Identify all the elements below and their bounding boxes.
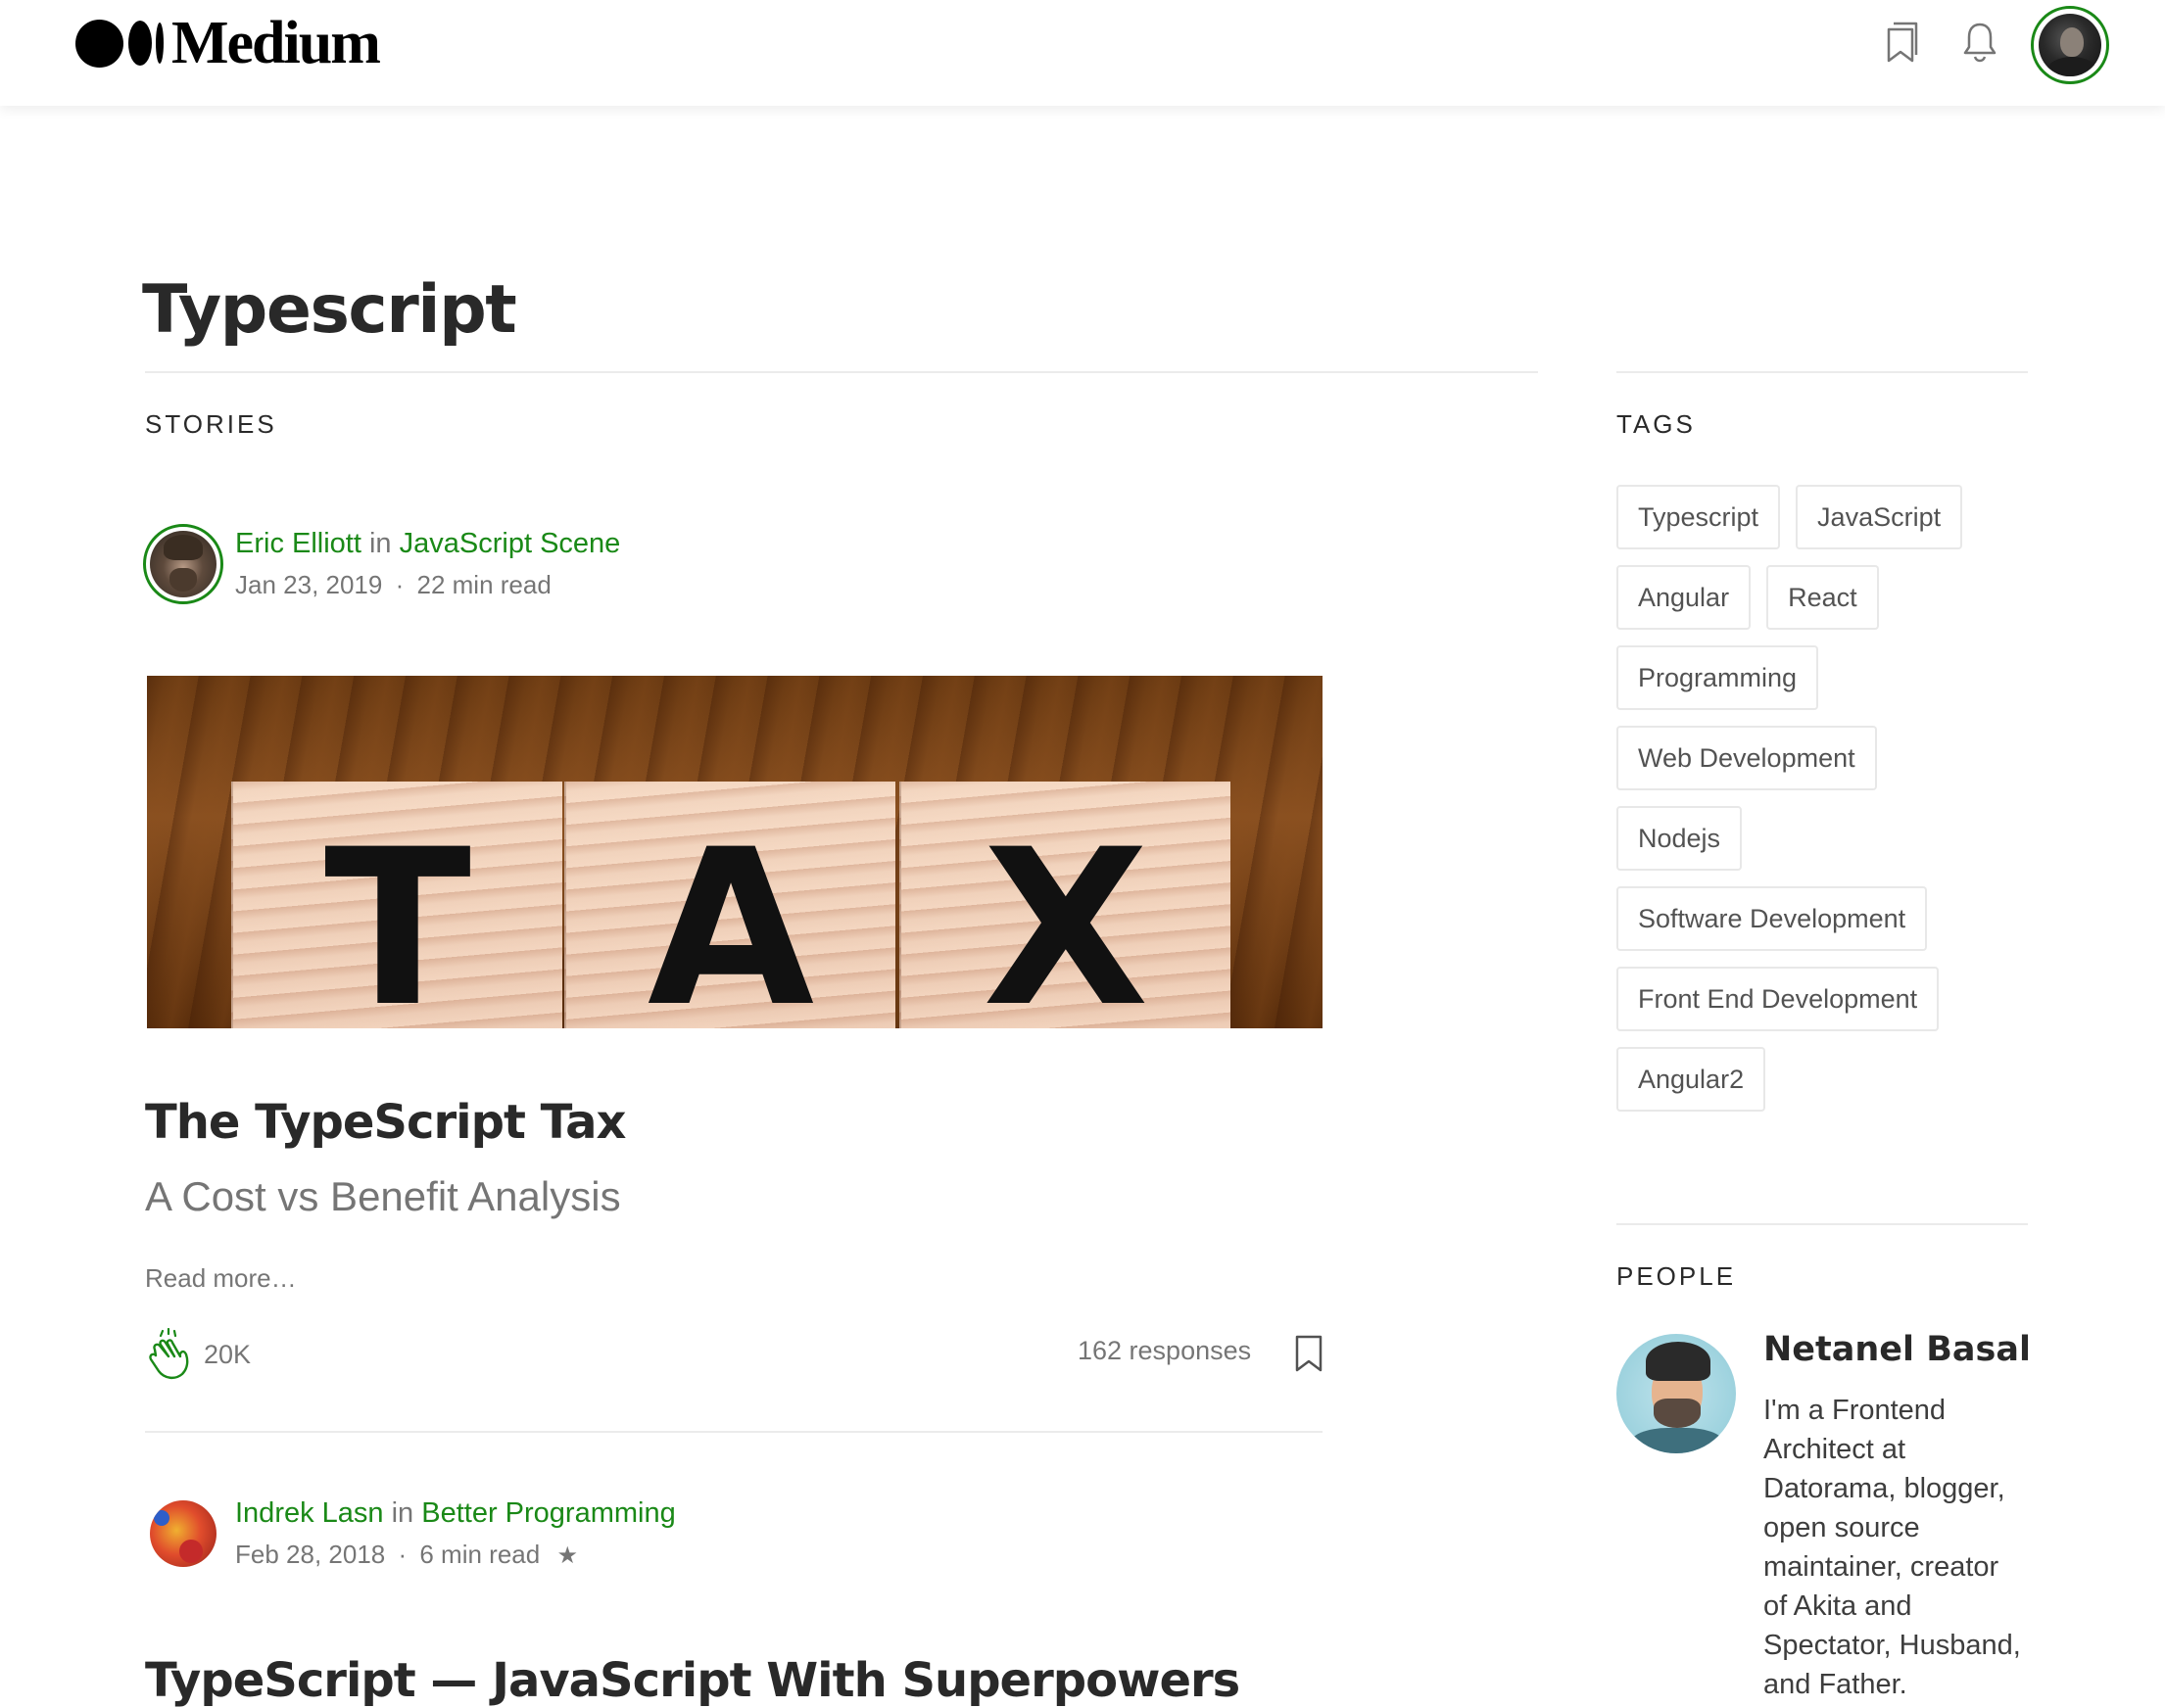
medium-logo-mark-icon (75, 19, 164, 68)
author-link[interactable]: Eric Elliott (235, 528, 361, 559)
read-time: 22 min read (416, 570, 552, 599)
bookmark-icon[interactable] (1294, 1334, 1323, 1373)
bookmarks-icon[interactable] (1881, 20, 1920, 65)
read-more-link[interactable]: Read more… (145, 1263, 297, 1294)
person-bio: I'm a Frontend Architect at Datorama, bl… (1763, 1395, 2021, 1700)
letter-tile: A (564, 782, 895, 1028)
responses-link[interactable]: 162 responses (1078, 1336, 1251, 1366)
letter-tile: T (231, 782, 562, 1028)
story-meta: Indrek Lasn in Better Programming Feb 28… (143, 1494, 676, 1576)
person-avatar[interactable] (1616, 1334, 1736, 1453)
tag-nodejs[interactable]: Nodejs (1616, 806, 1743, 871)
meta-separator: · (395, 570, 405, 599)
person-name[interactable]: Netanel Basal (1763, 1330, 2031, 1369)
publish-date: Jan 23, 2019 (235, 570, 383, 599)
tag-front-end-development[interactable]: Front End Development (1616, 967, 1940, 1031)
tag-web-development[interactable]: Web Development (1616, 726, 1877, 790)
publication-link[interactable]: Better Programming (421, 1497, 676, 1529)
story-meta: Eric Elliott in JavaScript Scene Jan 23,… (143, 524, 620, 604)
people-divider (1616, 1223, 2028, 1225)
story-title[interactable]: TypeScript — JavaScript With Superpowers (145, 1653, 1240, 1708)
page-title: Typescript (142, 271, 517, 349)
tag-typescript[interactable]: Typescript (1616, 485, 1781, 549)
author-avatar[interactable] (143, 1494, 223, 1574)
in-label: in (368, 528, 392, 559)
tag-angular2[interactable]: Angular2 (1616, 1047, 1766, 1112)
user-avatar[interactable] (2031, 6, 2109, 84)
clap-icon[interactable] (145, 1328, 194, 1381)
sidebar-divider (1616, 371, 2028, 373)
author-avatar[interactable] (143, 524, 223, 604)
author-link[interactable]: Indrek Lasn (235, 1497, 384, 1529)
notifications-bell-icon[interactable] (1961, 20, 1998, 63)
meta-separator: · (398, 1540, 408, 1569)
people-section-label: PEOPLE (1616, 1261, 1737, 1291)
in-label: in (391, 1497, 414, 1529)
story-title[interactable]: The TypeScript Tax (145, 1095, 626, 1150)
medium-logo[interactable]: Medium (75, 10, 381, 76)
tag-software-development[interactable]: Software Development (1616, 886, 1928, 951)
stories-section-label: STORIES (145, 409, 277, 439)
story-cover-image[interactable]: T A X (147, 676, 1323, 1028)
tag-programming[interactable]: Programming (1616, 645, 1819, 710)
logo-wordmark: Medium (171, 10, 381, 76)
clap-count: 20K (204, 1339, 252, 1369)
tag-javascript[interactable]: JavaScript (1796, 485, 1963, 549)
story-subtitle: A Cost vs Benefit Analysis (145, 1173, 621, 1219)
letter-tile: X (899, 782, 1230, 1028)
tag-angular[interactable]: Angular (1616, 565, 1752, 630)
story-divider (145, 1431, 1323, 1433)
publication-link[interactable]: JavaScript Scene (400, 528, 621, 559)
tags-section-label: TAGS (1616, 409, 1696, 439)
read-time: 6 min read (419, 1540, 541, 1569)
member-star-icon: ★ (556, 1542, 578, 1569)
top-navigation-bar: Medium (0, 0, 2165, 106)
publish-date: Feb 28, 2018 (235, 1540, 386, 1569)
tag-react[interactable]: React (1766, 565, 1879, 630)
tags-list: Typescript JavaScript Angular React Prog… (1616, 485, 2047, 1127)
clap-row: 20K (145, 1328, 251, 1381)
title-divider (145, 371, 1538, 373)
